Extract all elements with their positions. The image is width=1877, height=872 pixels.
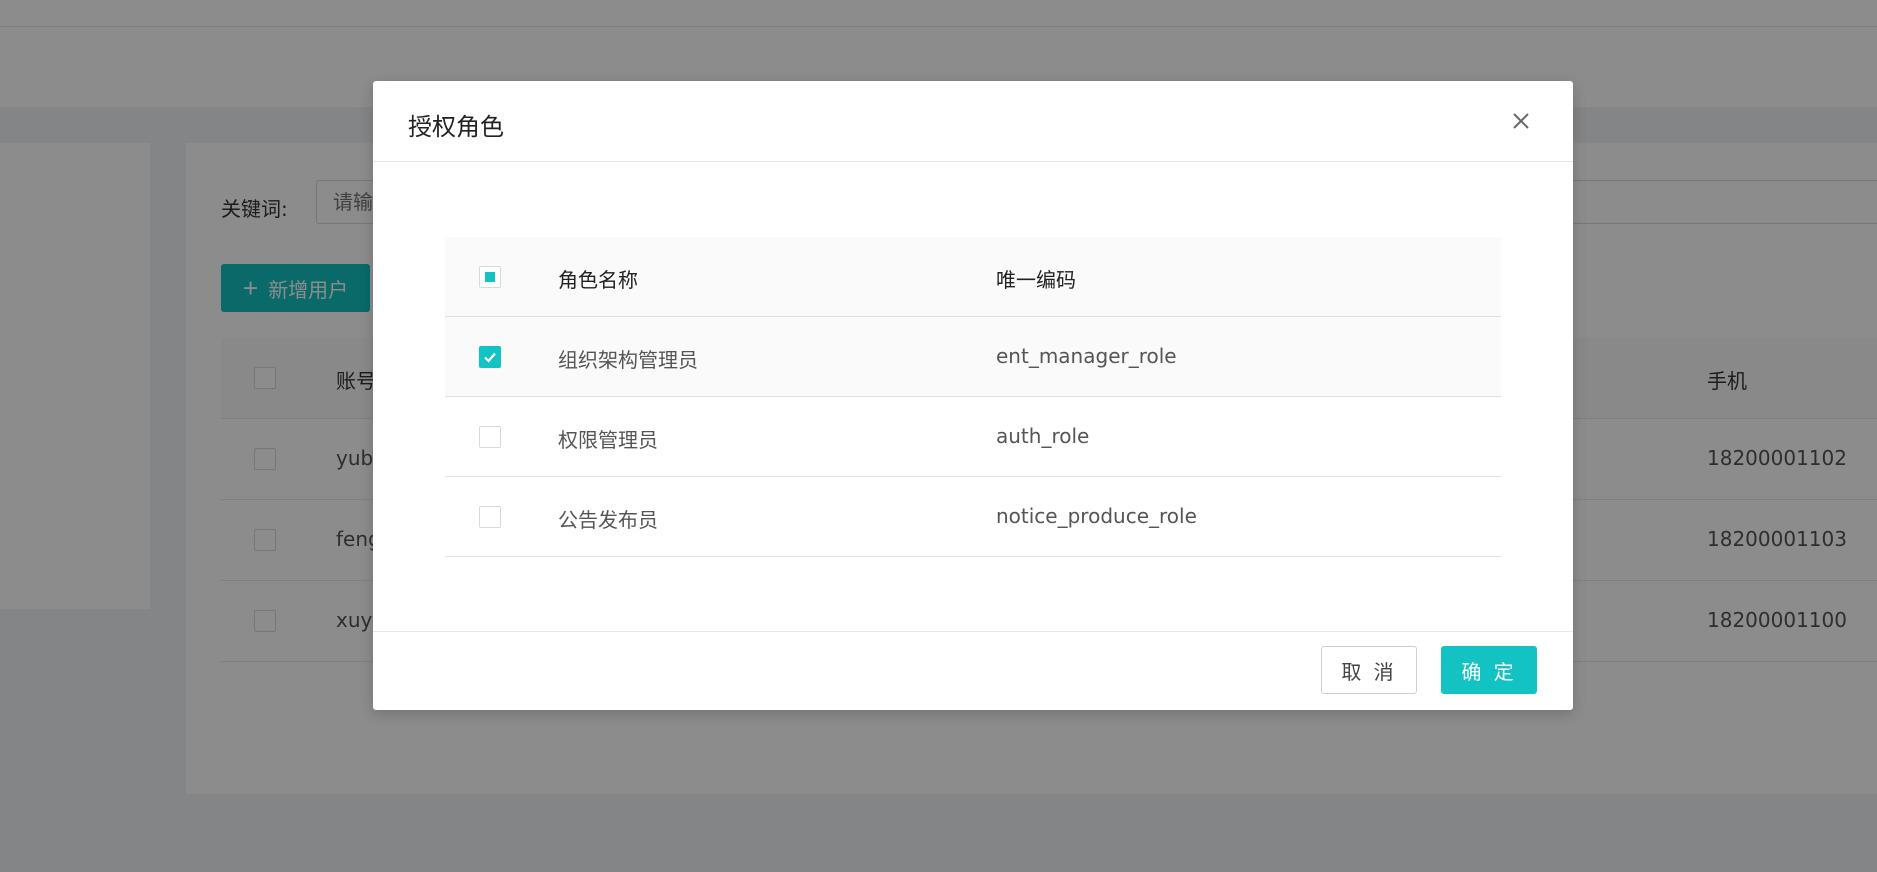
role-code-cell: notice_produce_role bbox=[996, 504, 1197, 528]
select-all-checkbox[interactable] bbox=[479, 266, 501, 288]
confirm-button[interactable]: 确 定 bbox=[1441, 646, 1537, 694]
column-header-role-name: 角色名称 bbox=[558, 268, 638, 292]
role-name-cell: 组织架构管理员 bbox=[558, 348, 698, 372]
dialog-footer: 取 消 确 定 bbox=[373, 631, 1573, 710]
role-table-header: 角色名称 唯一编码 bbox=[445, 237, 1501, 317]
table-row[interactable]: 权限管理员 auth_role bbox=[445, 397, 1501, 477]
role-name-cell: 权限管理员 bbox=[558, 428, 658, 452]
row-checkbox[interactable] bbox=[479, 346, 501, 368]
table-row[interactable]: 组织架构管理员 ent_manager_role bbox=[445, 317, 1501, 397]
row-checkbox[interactable] bbox=[479, 426, 501, 448]
dialog-header: 授权角色 bbox=[373, 81, 1573, 162]
column-header-role-code: 唯一编码 bbox=[996, 268, 1076, 292]
role-code-cell: ent_manager_role bbox=[996, 344, 1177, 368]
check-icon bbox=[484, 352, 496, 363]
role-code-cell: auth_role bbox=[996, 424, 1090, 448]
close-icon bbox=[1513, 113, 1529, 129]
close-button[interactable] bbox=[1503, 103, 1539, 139]
role-name-cell: 公告发布员 bbox=[558, 508, 658, 532]
row-checkbox[interactable] bbox=[479, 506, 501, 528]
role-table: 角色名称 唯一编码 组织架构管理员 ent_manager_role 权限管理员… bbox=[445, 237, 1501, 557]
dialog-title: 授权角色 bbox=[408, 113, 504, 141]
cancel-button[interactable]: 取 消 bbox=[1321, 646, 1417, 694]
table-row[interactable]: 公告发布员 notice_produce_role bbox=[445, 477, 1501, 557]
assign-role-dialog: 授权角色 角色名称 唯一编码 组织架构管理员 ent_manager_role … bbox=[373, 81, 1573, 710]
